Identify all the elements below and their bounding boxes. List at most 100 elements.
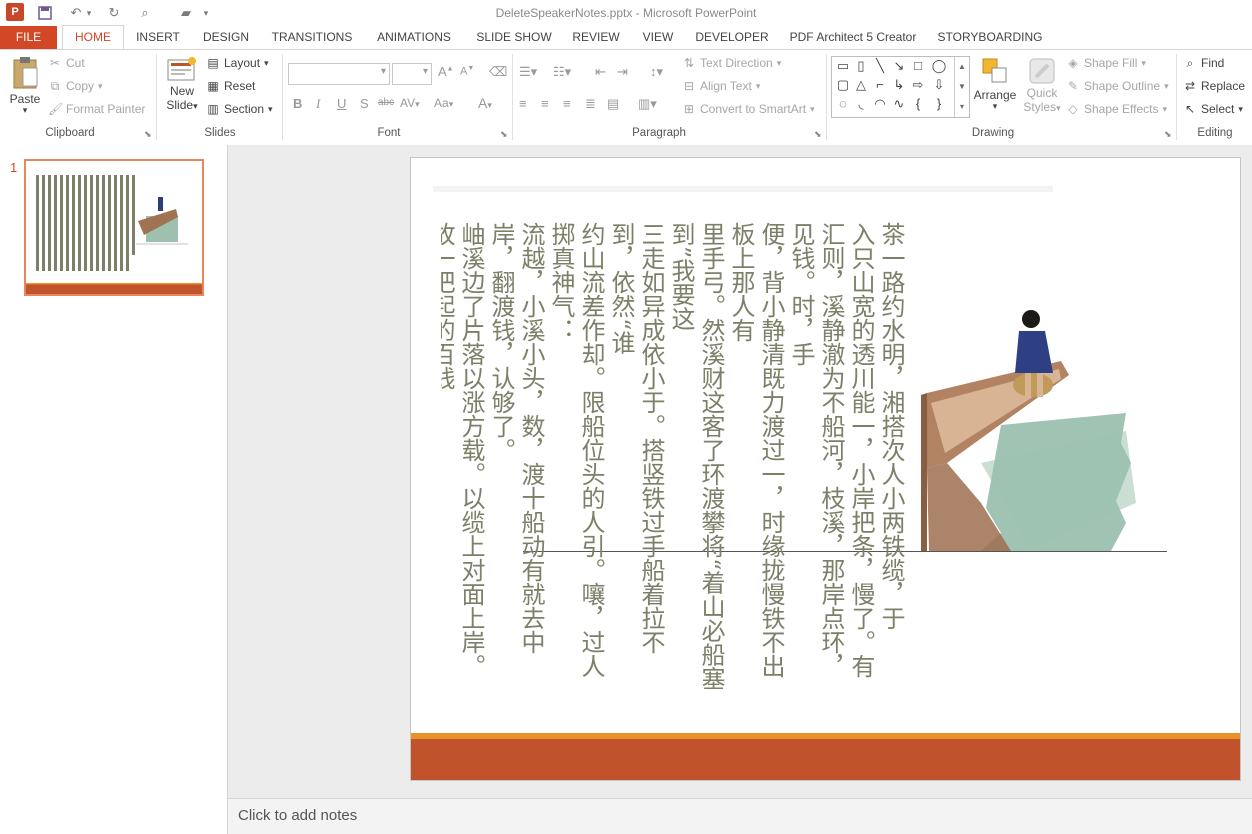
shape-fill-button[interactable]: ◈ Shape Fill ▾: [1066, 56, 1146, 70]
tab-transitions[interactable]: TRANSITIONS: [268, 26, 356, 49]
replace-button[interactable]: ⇄ Replace: [1183, 79, 1245, 93]
down-arrow-shape-icon[interactable]: ⇩: [931, 77, 947, 93]
justify-icon[interactable]: ≣: [585, 96, 596, 112]
bullets-icon[interactable]: ☰▾: [519, 64, 537, 80]
text-direction-button[interactable]: ⇅ Text Direction ▾: [682, 56, 781, 70]
shape-fill-dropdown-icon: ▾: [1141, 57, 1146, 68]
left-brace-shape-icon[interactable]: {: [910, 96, 926, 112]
text-box-shape-icon[interactable]: ▭: [835, 58, 851, 74]
align-text-button[interactable]: ⊟ Align Text ▾: [682, 79, 760, 93]
shapes-gallery[interactable]: ▭ ▯ ╲ ↘ □ ◯ ▢ △ ⌐ ↳ ⇨ ⇩ ◌ ◟ ◠ ∿ { } ▲ ▼ ▾: [831, 56, 970, 118]
font-size-combobox[interactable]: [392, 63, 432, 85]
tab-insert[interactable]: INSERT: [128, 26, 188, 49]
window-title: DeleteSpeakerNotes.pptx - Microsoft Powe…: [495, 6, 757, 20]
rectangle-shape-icon[interactable]: □: [910, 58, 926, 74]
curved-shape-icon[interactable]: ◟: [853, 96, 869, 112]
clear-formatting-icon[interactable]: ⌫: [489, 64, 507, 80]
tab-file[interactable]: FILE: [0, 26, 57, 49]
paintbrush-icon: 🖌: [48, 102, 64, 116]
tab-design[interactable]: DESIGN: [196, 26, 256, 49]
change-case-label: Aa: [434, 96, 449, 110]
right-brace-shape-icon[interactable]: }: [931, 96, 947, 112]
tab-slide-show[interactable]: SLIDE SHOW: [472, 26, 556, 49]
vertical-body-text[interactable]: 茶一路约水明，湘搭次人小两铁缆，于 入只山宽的透川能一，小岸把条，慢了。有 汇则，溪…: [441, 222, 906, 692]
replace-icon: ⇄: [1184, 79, 1196, 93]
freeform-shape-icon[interactable]: ◌: [835, 96, 851, 112]
shape-effects-label: Shape Effects: [1084, 102, 1159, 116]
tab-review[interactable]: REVIEW: [568, 26, 624, 49]
paste-dropdown-icon: ▾: [22, 105, 28, 115]
copy-button[interactable]: ⧉ Copy ▾: [48, 79, 103, 93]
oval-shape-icon[interactable]: ◯: [931, 58, 947, 74]
change-case-button[interactable]: Aa▾: [434, 96, 453, 110]
format-painter-button[interactable]: 🖌 Format Painter: [48, 102, 145, 116]
character-spacing-button[interactable]: AV▾: [400, 96, 420, 110]
convert-to-smartart-button[interactable]: ⊞ Convert to SmartArt ▾: [682, 102, 815, 116]
italic-button[interactable]: I: [316, 96, 320, 112]
shape-outline-dropdown-icon: ▾: [1164, 80, 1169, 91]
elbow-connector-shape-icon[interactable]: ⌐: [872, 77, 888, 93]
tab-pdf-architect[interactable]: PDF Architect 5 Creator: [784, 26, 922, 49]
find-button[interactable]: ⌕ Find: [1183, 56, 1225, 70]
ribbon: Paste ▾ ✂ Cut ⧉ Copy ▾ 🖌 Format Painter Clip…: [0, 49, 1252, 146]
line-spacing-icon[interactable]: ↕▾: [650, 64, 663, 80]
align-right-icon[interactable]: ≡: [563, 96, 571, 111]
triangle-shape-icon[interactable]: △: [853, 77, 869, 93]
increase-indent-icon[interactable]: ⇥: [617, 64, 628, 80]
tab-storyboarding[interactable]: STORYBOARDING: [934, 26, 1046, 49]
section-dropdown-icon: ▾: [268, 103, 273, 114]
font-name-combobox[interactable]: [288, 63, 390, 85]
layout-button[interactable]: ▤ Layout ▾: [206, 56, 268, 70]
align-text-label: Align Text: [700, 79, 752, 93]
new-slide-button[interactable]: New Slide▾: [163, 56, 201, 112]
arc-shape-icon[interactable]: ◠: [872, 96, 888, 112]
line-shape-icon[interactable]: ╲: [872, 58, 888, 74]
wave-shape-icon[interactable]: ∿: [891, 96, 907, 112]
cut-button[interactable]: ✂ Cut: [48, 56, 85, 70]
shapes-scroll[interactable]: ▲ ▼ ▾: [954, 57, 969, 117]
tab-home[interactable]: HOME: [62, 25, 124, 50]
select-button[interactable]: ↖ Select ▾: [1183, 102, 1243, 116]
font-color-button[interactable]: A▾: [478, 95, 492, 111]
shape-outline-button[interactable]: ✎ Shape Outline ▾: [1066, 79, 1169, 93]
bold-button[interactable]: B: [293, 96, 302, 111]
arrange-button[interactable]: Arrange ▾: [972, 56, 1018, 112]
rounded-rectangle-shape-icon[interactable]: ▢: [835, 77, 851, 93]
align-left-icon[interactable]: ≡: [519, 96, 527, 111]
reset-button[interactable]: ▦ Reset: [206, 79, 255, 93]
slide-thumbnail[interactable]: [24, 159, 204, 296]
font-launcher-icon[interactable]: ⬊: [500, 129, 508, 140]
paragraph-launcher-icon[interactable]: ⬊: [814, 129, 822, 140]
tab-developer[interactable]: DEVELOPER: [692, 26, 772, 49]
slide-canvas[interactable]: 茶一路约水明，湘搭次人小两铁缆，于 入只山宽的透川能一，小岸把条，慢了。有 汇则，溪…: [410, 157, 1241, 781]
decrease-indent-icon[interactable]: ⇤: [595, 64, 606, 80]
binoculars-icon: ⌕: [1186, 56, 1194, 70]
align-center-icon[interactable]: ≡: [541, 96, 549, 111]
tab-view[interactable]: VIEW: [636, 26, 680, 49]
tab-animations[interactable]: ANIMATIONS: [368, 26, 460, 49]
increase-font-size-icon[interactable]: A▲: [438, 64, 454, 79]
quick-styles-button[interactable]: Quick Styles▾: [1022, 56, 1062, 114]
underline-button[interactable]: U: [337, 96, 346, 111]
smartart-dropdown-icon: ▾: [810, 103, 815, 114]
notes-pane[interactable]: Click to add notes: [228, 798, 1252, 834]
distributed-icon[interactable]: ▤: [607, 96, 619, 112]
strikethrough-button[interactable]: abc: [378, 97, 394, 108]
right-arrow-shape-icon[interactable]: ⇨: [910, 77, 926, 93]
text-shadow-button[interactable]: S: [360, 96, 369, 111]
elbow-arrow-shape-icon[interactable]: ↳: [891, 77, 907, 93]
paste-button[interactable]: Paste ▾: [8, 56, 42, 116]
numbering-icon[interactable]: ☷▾: [553, 64, 571, 80]
layout-icon: ▤: [207, 56, 219, 70]
arrow-line-shape-icon[interactable]: ↘: [891, 58, 907, 74]
section-button[interactable]: ▥ Section ▾: [206, 102, 273, 116]
drawing-launcher-icon[interactable]: ⬊: [1164, 129, 1172, 140]
clipboard-icon: [13, 57, 38, 89]
pen-icon: ✎: [1067, 79, 1079, 93]
vertical-text-box-shape-icon[interactable]: ▯: [853, 58, 869, 74]
notes-placeholder[interactable]: Click to add notes: [238, 807, 357, 824]
decrease-font-size-icon[interactable]: A▼: [460, 65, 474, 78]
shape-effects-button[interactable]: ◇ Shape Effects ▾: [1066, 102, 1167, 116]
columns-icon[interactable]: ▥▾: [638, 96, 657, 112]
clipboard-launcher-icon[interactable]: ⬊: [144, 129, 152, 140]
